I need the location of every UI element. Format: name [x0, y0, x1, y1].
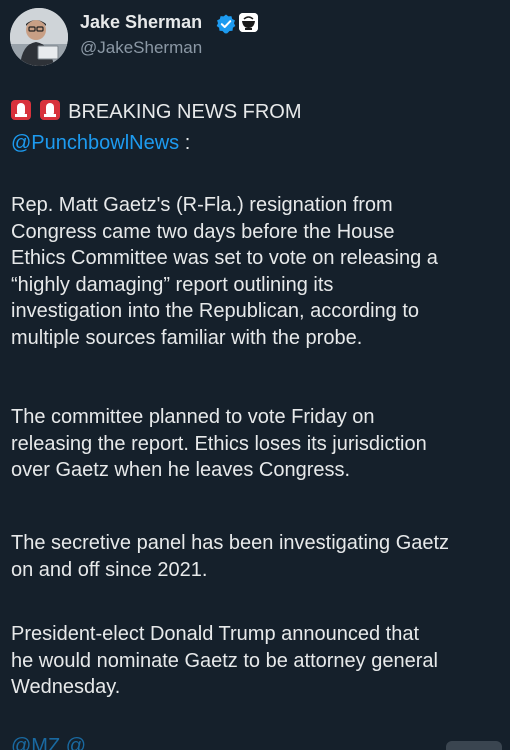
- author-handle[interactable]: @JakeSherman: [80, 38, 202, 58]
- paragraph-1-line-2: Congress came two days before the House: [11, 221, 395, 243]
- cutoff-reply-row: @MZ @: [0, 735, 510, 750]
- headline-text: BREAKING NEWS FROM: [68, 101, 302, 123]
- reply-mentions-link[interactable]: @MZ @: [11, 735, 86, 750]
- paragraph-1-line-5: investigation into the Republican, accor…: [11, 300, 420, 322]
- paragraph-1-line-4: “highly damaging” report outlining its: [11, 274, 334, 296]
- punchbowl-mention-link[interactable]: @PunchbowlNews: [11, 132, 179, 154]
- avatar[interactable]: [10, 8, 68, 66]
- paragraph-2-line-2: releasing the report. Ethics loses its j…: [11, 433, 427, 455]
- paragraph-4-line-2: he would nominate Gaetz to be attorney g…: [11, 650, 438, 672]
- post-card: Jake Sherman @JakeSherman BREAKING NEWS …: [0, 0, 510, 750]
- paragraph-1-line-3: Ethics Committee was set to vote on rele…: [11, 247, 438, 269]
- author-display-name[interactable]: Jake Sherman: [80, 12, 202, 33]
- siren-icon: [11, 100, 31, 120]
- verified-badge-icon: [216, 14, 236, 34]
- paragraph-2-line-1: The committee planned to vote Friday on: [11, 406, 375, 428]
- siren-icon: [39, 100, 60, 120]
- headline-mention-line: @PunchbowlNews :: [11, 130, 501, 157]
- punchbowl-logo-icon: [239, 13, 258, 32]
- headline-colon-char: :: [184, 132, 191, 154]
- more-chip[interactable]: [446, 741, 502, 750]
- paragraph-4-line-3: Wednesday.: [11, 676, 121, 698]
- avatar-photo-icon: [10, 8, 68, 66]
- affiliate-badge-icon[interactable]: [239, 13, 258, 32]
- paragraph-2-line-3: over Gaetz when he leaves Congress.: [11, 459, 351, 481]
- paragraph-3-line-1: The secretive panel has been investigati…: [11, 532, 450, 554]
- paragraph-4-line-1: President-elect Donald Trump announced t…: [11, 623, 420, 645]
- paragraph-3-line-2: on and off since 2021.: [11, 559, 208, 581]
- headline-line: BREAKING NEWS FROM: [11, 99, 501, 126]
- paragraph-1-line-1: Rep. Matt Gaetz's (R-Fla.) resignation f…: [11, 194, 393, 216]
- paragraph-1-line-6: multiple sources familiar with the probe…: [11, 327, 363, 349]
